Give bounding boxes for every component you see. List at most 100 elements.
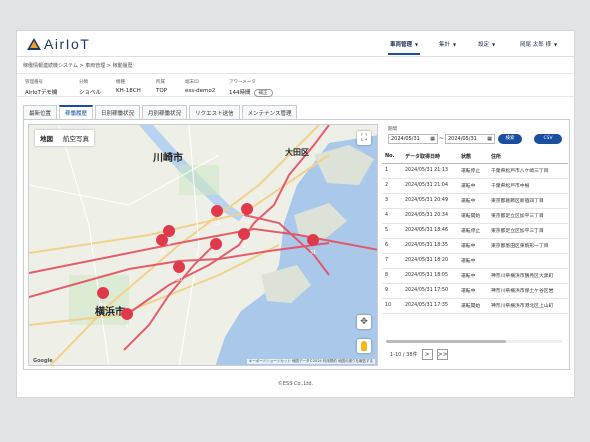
cell-status: 運転中 [458, 178, 488, 194]
chevron-down-icon: ▼ [554, 42, 558, 47]
cell-address: 神奈川県横浜市鶴見区大黒町 [488, 268, 568, 284]
map-canvas[interactable]: 川崎市 大田区 横浜市 23 31 29 8 15 30 31 14 9 5 [29, 125, 378, 366]
tab-operation-history[interactable]: 稼働履歴 [59, 105, 94, 119]
table-row[interactable]: 5 2024/05/31 18:46 運転停止 東京都足立区加平三丁目 [382, 223, 568, 239]
table-header-row: No. データ取得日時 状態 住所 [382, 150, 568, 164]
move-camera-icon[interactable]: ✥ [357, 315, 371, 329]
marker-label: 8 [242, 244, 245, 250]
field-label: 所属 [156, 80, 165, 85]
tab-maintenance[interactable]: メンテナンス管理 [241, 105, 298, 119]
table-row[interactable]: 9 2024/05/31 17:50 運転中 神奈川県横浜市保土ケ谷区岩 [382, 283, 568, 299]
table-row[interactable]: 7 2024/05/31 18:20 運転中 [382, 253, 568, 269]
cell-no: 1 [382, 163, 402, 179]
nav-user-menu[interactable]: 岡尾 太郎 様 ▼ [520, 40, 557, 48]
table-row[interactable]: 8 2024/05/31 18:05 運転中 神奈川県横浜市鶴見区大黒町 [382, 268, 568, 284]
marker-label: 29 [159, 250, 165, 256]
city-label-ota: 大田区 [285, 147, 309, 157]
calendar-icon: ▦ [487, 136, 492, 142]
table-row[interactable]: 4 2024/05/31 20:34 運転開始 東京都足立区加平三丁目 [382, 208, 568, 224]
map-view[interactable]: 川崎市 大田区 横浜市 23 31 29 8 15 30 31 14 9 5 地… [28, 124, 378, 366]
table-row[interactable]: 10 2024/05/31 17:35 運転開始 神奈川県横浜市港北区上山町 [382, 298, 568, 314]
cell-no: 6 [382, 238, 402, 254]
nav-label: 岡尾 太郎 様 [520, 42, 551, 48]
tab-monthly-status[interactable]: 月別稼働状況 [142, 105, 188, 119]
tab-latest-position[interactable]: 最新位置 [23, 105, 58, 119]
cell-datetime: 2024/05/31 17:35 [402, 298, 458, 314]
cell-status: 運転中 [458, 253, 488, 269]
cell-datetime: 2024/05/31 20:34 [402, 208, 458, 224]
cell-address [488, 253, 568, 269]
horizontal-scrollbar[interactable] [386, 340, 562, 343]
cell-no: 10 [382, 298, 402, 314]
table-row[interactable]: 2 2024/05/31 21:04 運転中 千葉県松戸市中根 [382, 178, 568, 194]
field-label: 端末ID [185, 80, 199, 85]
breadcrumb: 稼働情報連続機システム > 車両管理 > 稼動履歴 [23, 63, 133, 69]
field-terminal-id: 端末ID ess-demo2 [185, 79, 215, 94]
chevron-down-icon: ▼ [492, 42, 496, 47]
marker-label: 14 [100, 303, 106, 309]
cell-status: 運転開始 [458, 298, 488, 314]
hour-correct-button[interactable]: 補正 [253, 89, 273, 97]
nav-label: 車両管理 [390, 42, 413, 48]
calendar-icon: ▦ [430, 136, 435, 142]
field-value: KH-18CH [116, 88, 141, 94]
logo-text: AirIoT [44, 36, 91, 52]
field-value: 144時間 補正 [229, 88, 273, 97]
map-type-satellite[interactable]: 航空写真 [58, 130, 94, 146]
field-label: アワーメータ [229, 80, 256, 85]
field-value: ess-demo2 [185, 88, 216, 94]
app-logo[interactable]: AirIoT [27, 36, 90, 52]
chevron-down-icon: ▼ [453, 42, 457, 47]
nav-settings[interactable]: 設定 ▼ [478, 40, 495, 48]
cell-address: 千葉県松戸市中根 [488, 178, 568, 194]
cell-datetime: 2024/05/31 21:04 [402, 178, 458, 194]
map-type-map[interactable]: 地図 [35, 130, 58, 146]
history-list-panel: 期間 2024/05/31 ▦ ~ 2024/05/31 ▦ 検索 CSV No. … [382, 124, 568, 366]
field-hour-meter: アワーメータ 144時間 補正 [229, 79, 273, 97]
cell-datetime: 2024/05/31 18:20 [402, 253, 458, 269]
field-value: ショベル [79, 90, 102, 96]
search-button[interactable]: 検索 [498, 134, 522, 144]
end-date-input[interactable]: 2024/05/31 ▦ [445, 134, 495, 144]
nav-summary[interactable]: 集計 ▼ [439, 40, 456, 48]
cell-no: 5 [382, 223, 402, 239]
tab-request-send[interactable]: リクエスト送信 [189, 105, 240, 119]
map-attribution[interactable]: キーボードショートカット 地図データ©2024 利用規約 地図の誤りを報告する [246, 359, 375, 364]
table-row[interactable]: 3 2024/05/31 20:49 運転中 東京都葛飾区新宿四丁目 [382, 193, 568, 209]
cell-status: 運転中 [458, 268, 488, 284]
table-body: 1 2024/05/31 21:13 運転停止 千葉県松戸市八ケ崎三丁目 2 2024/0… [382, 163, 568, 314]
column-header-address: 住所 [488, 150, 568, 164]
fullscreen-icon[interactable]: ⛶ [357, 131, 371, 145]
end-date-value: 2024/05/31 [448, 136, 477, 142]
cell-datetime: 2024/05/31 21:13 [402, 163, 458, 179]
tab-daily-status[interactable]: 日別稼働状況 [95, 105, 141, 119]
scrollbar-thumb[interactable] [386, 340, 506, 343]
field-value: AirIoTデモ機 [25, 90, 58, 96]
logo-triangle-icon [27, 38, 41, 50]
start-date-input[interactable]: 2024/05/31 ▦ [388, 134, 438, 144]
marker-label: 23 [214, 221, 220, 227]
street-view-pegman-icon[interactable] [357, 339, 371, 353]
column-header-status: 状態 [458, 150, 488, 164]
cell-address: 東京都足立区加平三丁目 [488, 208, 568, 224]
field-category: 分類 ショベル [79, 79, 101, 96]
page-count: 1-10 / 38件 [390, 352, 418, 358]
field-management-number: 管理番号 AirIoTデモ機 [25, 79, 57, 96]
cell-address: 神奈川県横浜市保土ケ谷区岩 [488, 283, 568, 299]
nav-label: 設定 [478, 42, 490, 48]
last-page-button[interactable]: >> [436, 349, 448, 360]
cell-no: 2 [382, 178, 402, 194]
next-page-button[interactable]: > [421, 349, 433, 360]
hour-meter-value: 144時間 [229, 90, 251, 96]
table-row[interactable]: 6 2024/05/31 18:35 運転中 東京都墨田区東駒形一丁目 [382, 238, 568, 254]
start-date-value: 2024/05/31 [391, 136, 420, 142]
cell-status: 運転中 [458, 238, 488, 254]
cell-no: 3 [382, 193, 402, 209]
cell-no: 8 [382, 268, 402, 284]
table-row[interactable]: 1 2024/05/31 21:13 運転停止 千葉県松戸市八ケ崎三丁目 [382, 163, 568, 179]
cell-no: 7 [382, 253, 402, 269]
marker-label: 5 [125, 324, 128, 330]
csv-button[interactable]: CSV [534, 134, 562, 144]
marker-label: 30 [176, 277, 182, 283]
nav-vehicle-management[interactable]: 車両管理 ▼ [387, 40, 421, 55]
